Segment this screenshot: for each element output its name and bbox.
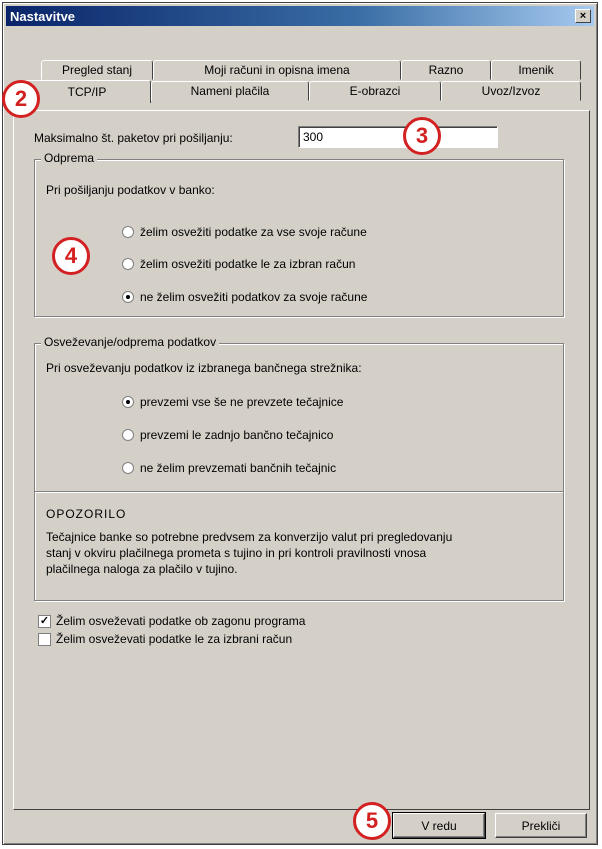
osvezevanje-radio-2[interactable] [122,429,134,441]
odprema-radio-2[interactable] [122,258,134,270]
checkbox-refresh-selected-account-label: Želim osveževati podatke le za izbrani r… [56,632,293,646]
osvezevanje-option-3: ne želim prevzemati bančnih tečajnic [140,461,337,475]
osvezevanje-radio-1[interactable] [122,396,134,408]
tab-tcp-ip[interactable]: TCP/IP [23,80,151,103]
tab-panel-tcp-ip: Maksimalno št. paketov pri pošiljanju: O… [13,110,590,810]
odprema-option-1: želim osvežiti podatke za vse svoje raču… [140,225,367,239]
osvezevanje-radio-3[interactable] [122,462,134,474]
odprema-legend: Odprema [41,151,98,165]
close-button[interactable]: × [575,9,591,23]
annotation-badge-5: 5 [353,802,391,840]
odprema-radio-3[interactable] [122,291,134,303]
osvezevanje-prompt: Pri osveževanju podatkov iz izbranega ba… [46,361,362,375]
packets-label: Maksimalno št. paketov pri pošiljanju: [34,131,233,145]
settings-dialog: Nastavitve × Pregled stanj Moji računi i… [2,2,598,845]
annotation-badge-2: 2 [2,80,40,118]
ok-button[interactable]: V redu [392,812,486,839]
tab-nameni-placila[interactable]: Nameni plačila [151,81,309,101]
title-bar: Nastavitve × [6,6,594,26]
tab-pregled-stanj[interactable]: Pregled stanj [41,60,153,80]
cancel-button[interactable]: Prekliči [495,813,587,838]
odprema-prompt: Pri pošiljanju podatkov v banko: [46,183,215,197]
tab-uvoz-izvoz[interactable]: Uvoz/Izvoz [441,81,581,101]
tab-imenik[interactable]: Imenik [491,60,581,80]
warning-divider [35,491,563,492]
checkbox-refresh-selected-account[interactable] [38,633,51,646]
annotation-badge-3: 3 [403,117,441,155]
odprema-radio-1[interactable] [122,226,134,238]
tab-moji-racuni[interactable]: Moji računi in opisna imena [153,60,401,80]
osvezevanje-option-1: prevzemi vse še ne prevzete tečajnice [140,395,344,409]
checkbox-refresh-on-startup[interactable]: ✓ [38,615,51,628]
warning-text: Tečajnice banke so potrebne predvsem za … [46,530,453,576]
osvezevanje-legend: Osveževanje/odprema podatkov [41,335,220,349]
osvezevanje-option-2: prevzemi le zadnjo bančno tečajnico [140,428,334,442]
odprema-option-3: ne želim osvežiti podatkov za svoje raču… [140,290,368,304]
packets-input[interactable] [298,126,498,148]
annotation-badge-4: 4 [52,237,90,275]
window-title: Nastavitve [10,8,76,24]
tab-e-obrazci[interactable]: E-obrazci [309,81,441,101]
odprema-option-2: želim osvežiti podatke le za izbran raču… [140,257,356,271]
tab-razno[interactable]: Razno [401,60,491,80]
checkbox-refresh-on-startup-label: Želim osveževati podatke ob zagonu progr… [56,614,306,628]
warning-title: OPOZORILO [46,507,127,521]
